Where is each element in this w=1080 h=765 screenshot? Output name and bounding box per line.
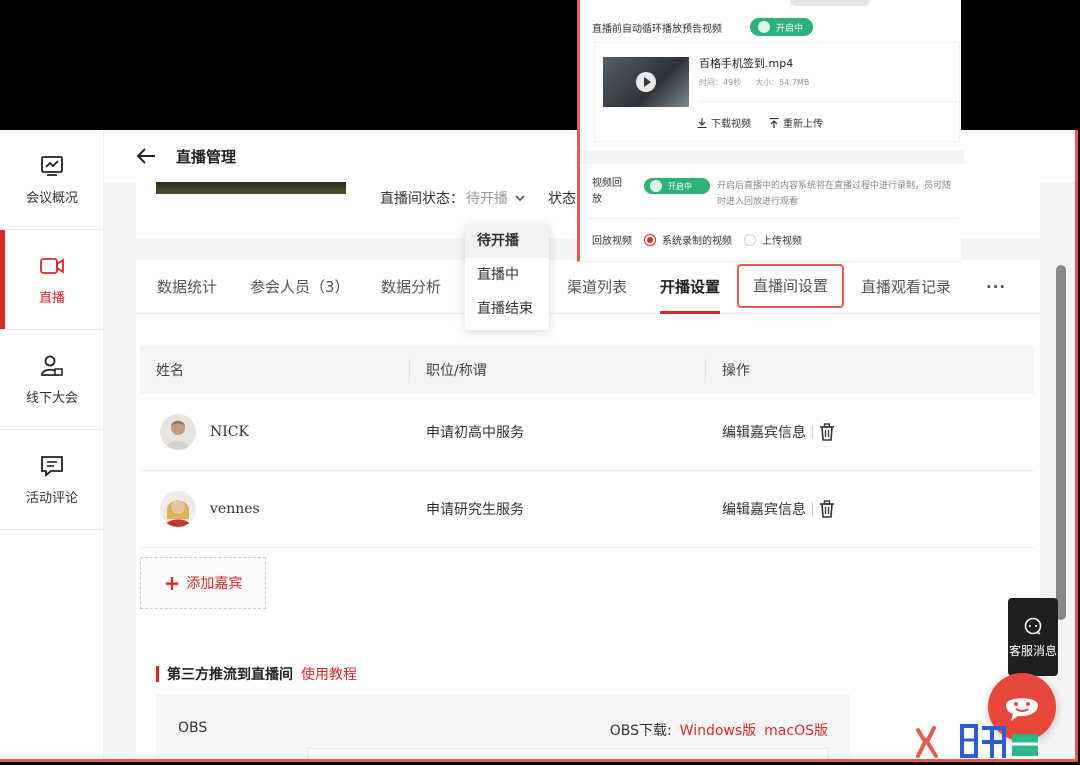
replay-option-upload[interactable]: 上传视频: [744, 232, 802, 247]
back-arrow-icon[interactable]: [134, 144, 158, 168]
column-header-title: 职位/称谓: [410, 358, 706, 382]
settings-card: 数据统计 参会人员（3） 数据分析 渠道列表 开播设置 直播间设置 直播观看记录…: [136, 260, 1040, 759]
sidebar-item-live[interactable]: 直播: [0, 230, 104, 330]
replay-video-label: 回放视频: [592, 236, 632, 247]
guest-table: 姓名 职位/称谓 操作 NICK 申请初高中服务 编辑嘉宾信息 vennes 申…: [140, 346, 1034, 548]
customer-service-label: 客服消息: [1008, 644, 1057, 658]
plus-icon: +: [163, 571, 181, 595]
tutorial-link[interactable]: 使用教程: [301, 664, 357, 684]
sidebar-item-label: 直播: [38, 291, 65, 306]
sidebar-item-label: 活动评论: [25, 491, 78, 506]
overlay-top-handle: [790, 0, 870, 6]
table-header: 姓名 职位/称谓 操作: [140, 346, 1034, 394]
replay-description: 开启后直播中的内容系统将在直播过程中进行录制，员可随时进入回放进行观看: [717, 181, 952, 207]
tab-broadcast-settings[interactable]: 开播设置: [660, 260, 721, 314]
avatar: [160, 491, 196, 527]
add-guest-label: 添加嘉宾: [186, 576, 243, 592]
chat-bubble-icon: [1024, 617, 1042, 635]
download-icon: [697, 117, 707, 128]
room-status-select[interactable]: 待开播: [466, 188, 508, 208]
download-video-button[interactable]: 下载视频: [697, 115, 751, 130]
dropdown-option-ended[interactable]: 直播结束: [465, 292, 549, 326]
sidebar-item-label: 线下大会: [25, 391, 78, 406]
third-party-stream-title: 第三方推流到直播间 使用教程: [156, 664, 357, 684]
trash-icon[interactable]: [819, 423, 835, 441]
column-header-name: 姓名: [140, 358, 410, 382]
comment-icon: [41, 456, 63, 477]
obs-download-row: OBS下载: Windows版 macOS版: [610, 720, 828, 740]
video-meta: 时间：49秒 大小：54.7MB: [699, 77, 809, 88]
table-row: vennes 申请研究生服务 编辑嘉宾信息: [140, 471, 1034, 548]
live-cover-thumbnail: [156, 182, 346, 194]
scrollbar[interactable]: [1056, 265, 1066, 620]
preview-video-label: 直播前自动循环播放预告视频: [592, 23, 722, 35]
sidebar-item-overview[interactable]: 会议概况: [0, 130, 104, 230]
radio-icon: [744, 233, 756, 246]
tab-data-analysis[interactable]: 数据分析: [381, 260, 441, 314]
sidebar: 会议概况 直播 线下大会 活动评论: [0, 130, 104, 759]
guest-name: NICK: [210, 424, 249, 440]
tab-bar: 数据统计 参会人员（3） 数据分析 渠道列表 开播设置 直播间设置 直播观看记录…: [136, 260, 1040, 314]
section-divider: [580, 150, 964, 164]
obs-download-label: OBS下载:: [609, 723, 672, 739]
obs-mac-link[interactable]: macOS版: [764, 720, 828, 740]
edit-guest-link[interactable]: 编辑嘉宾信息: [722, 499, 806, 519]
divider: [588, 218, 958, 219]
tab-attendees[interactable]: 参会人员（3）: [250, 260, 350, 314]
replay-option-system[interactable]: 系统录制的视频: [644, 232, 732, 247]
obs-windows-link[interactable]: Windows版: [680, 720, 757, 740]
chevron-down-icon[interactable]: [514, 192, 526, 204]
tab-more[interactable]: ···: [986, 260, 1006, 314]
trash-icon[interactable]: [819, 500, 835, 518]
dropdown-option-live[interactable]: 直播中: [465, 258, 549, 292]
table-row: NICK 申请初高中服务 编辑嘉宾信息: [140, 394, 1034, 471]
tab-live-room-settings[interactable]: 直播间设置: [737, 264, 845, 308]
divider: [699, 101, 961, 102]
video-thumbnail[interactable]: [603, 57, 689, 107]
reupload-video-button[interactable]: 重新上传: [769, 115, 823, 130]
guest-title: 申请研究生服务: [426, 502, 524, 518]
obs-label: OBS: [178, 720, 208, 736]
avatar: [160, 414, 196, 450]
tab-channel-list[interactable]: 渠道列表: [567, 260, 627, 314]
live-room-settings-popup: 直播前自动循环播放预告视频 开启中 百格手机签到.mp4 时间：49秒 大小：5…: [577, 0, 964, 262]
watermark-logo: [916, 724, 1038, 758]
customer-service-button[interactable]: 客服消息: [1008, 598, 1058, 676]
sidebar-item-label: 会议概况: [25, 191, 78, 206]
replay-toggle[interactable]: 开启中: [644, 178, 710, 194]
chart-monitor-icon: [41, 156, 63, 176]
tab-watch-records[interactable]: 直播观看记录: [861, 260, 951, 314]
replay-label: 视频回放: [592, 178, 622, 205]
replay-video-row: 回放视频 系统录制的视频 上传视频: [592, 232, 802, 247]
video-filename: 百格手机签到.mp4: [699, 57, 794, 70]
column-header-action: 操作: [722, 363, 750, 379]
add-guest-button[interactable]: + 添加嘉宾: [140, 557, 266, 609]
divider: [812, 425, 813, 439]
guest-title: 申请初高中服务: [426, 425, 524, 441]
page-title: 直播管理: [176, 147, 237, 166]
preview-video-row: 直播前自动循环播放预告视频 开启中: [592, 18, 814, 36]
dropdown-option-pending[interactable]: 待开播: [465, 224, 549, 258]
room-status-dropdown: 待开播 直播中 直播结束: [465, 224, 549, 330]
video-size: 大小：54.7MB: [755, 78, 810, 87]
room-status-label: 直播间状态：: [380, 191, 464, 207]
sidebar-item-comments[interactable]: 活动评论: [0, 430, 104, 530]
radio-selected-icon: [644, 233, 656, 246]
obs-stream-url-field[interactable]: [308, 748, 828, 759]
play-icon: [636, 72, 656, 92]
edit-guest-link[interactable]: 编辑嘉宾信息: [722, 422, 806, 442]
guest-name: vennes: [210, 501, 260, 517]
divider: [812, 502, 813, 516]
video-camera-icon: [40, 258, 64, 274]
live-status-row: 直播间状态： 待开播 状态：: [380, 188, 590, 208]
obs-panel: OBS OBS下载: Windows版 macOS版: [156, 694, 850, 759]
preview-video-card: 百格手机签到.mp4 时间：49秒 大小：54.7MB 下载视频 重新上传: [594, 42, 961, 142]
preview-video-toggle[interactable]: 开启中: [750, 18, 814, 36]
video-duration: 时间：49秒: [699, 78, 742, 87]
user-badge-icon: [41, 355, 63, 376]
sidebar-item-offline-meeting[interactable]: 线下大会: [0, 330, 104, 430]
upload-icon: [769, 117, 779, 128]
tab-data-stats[interactable]: 数据统计: [157, 260, 217, 314]
